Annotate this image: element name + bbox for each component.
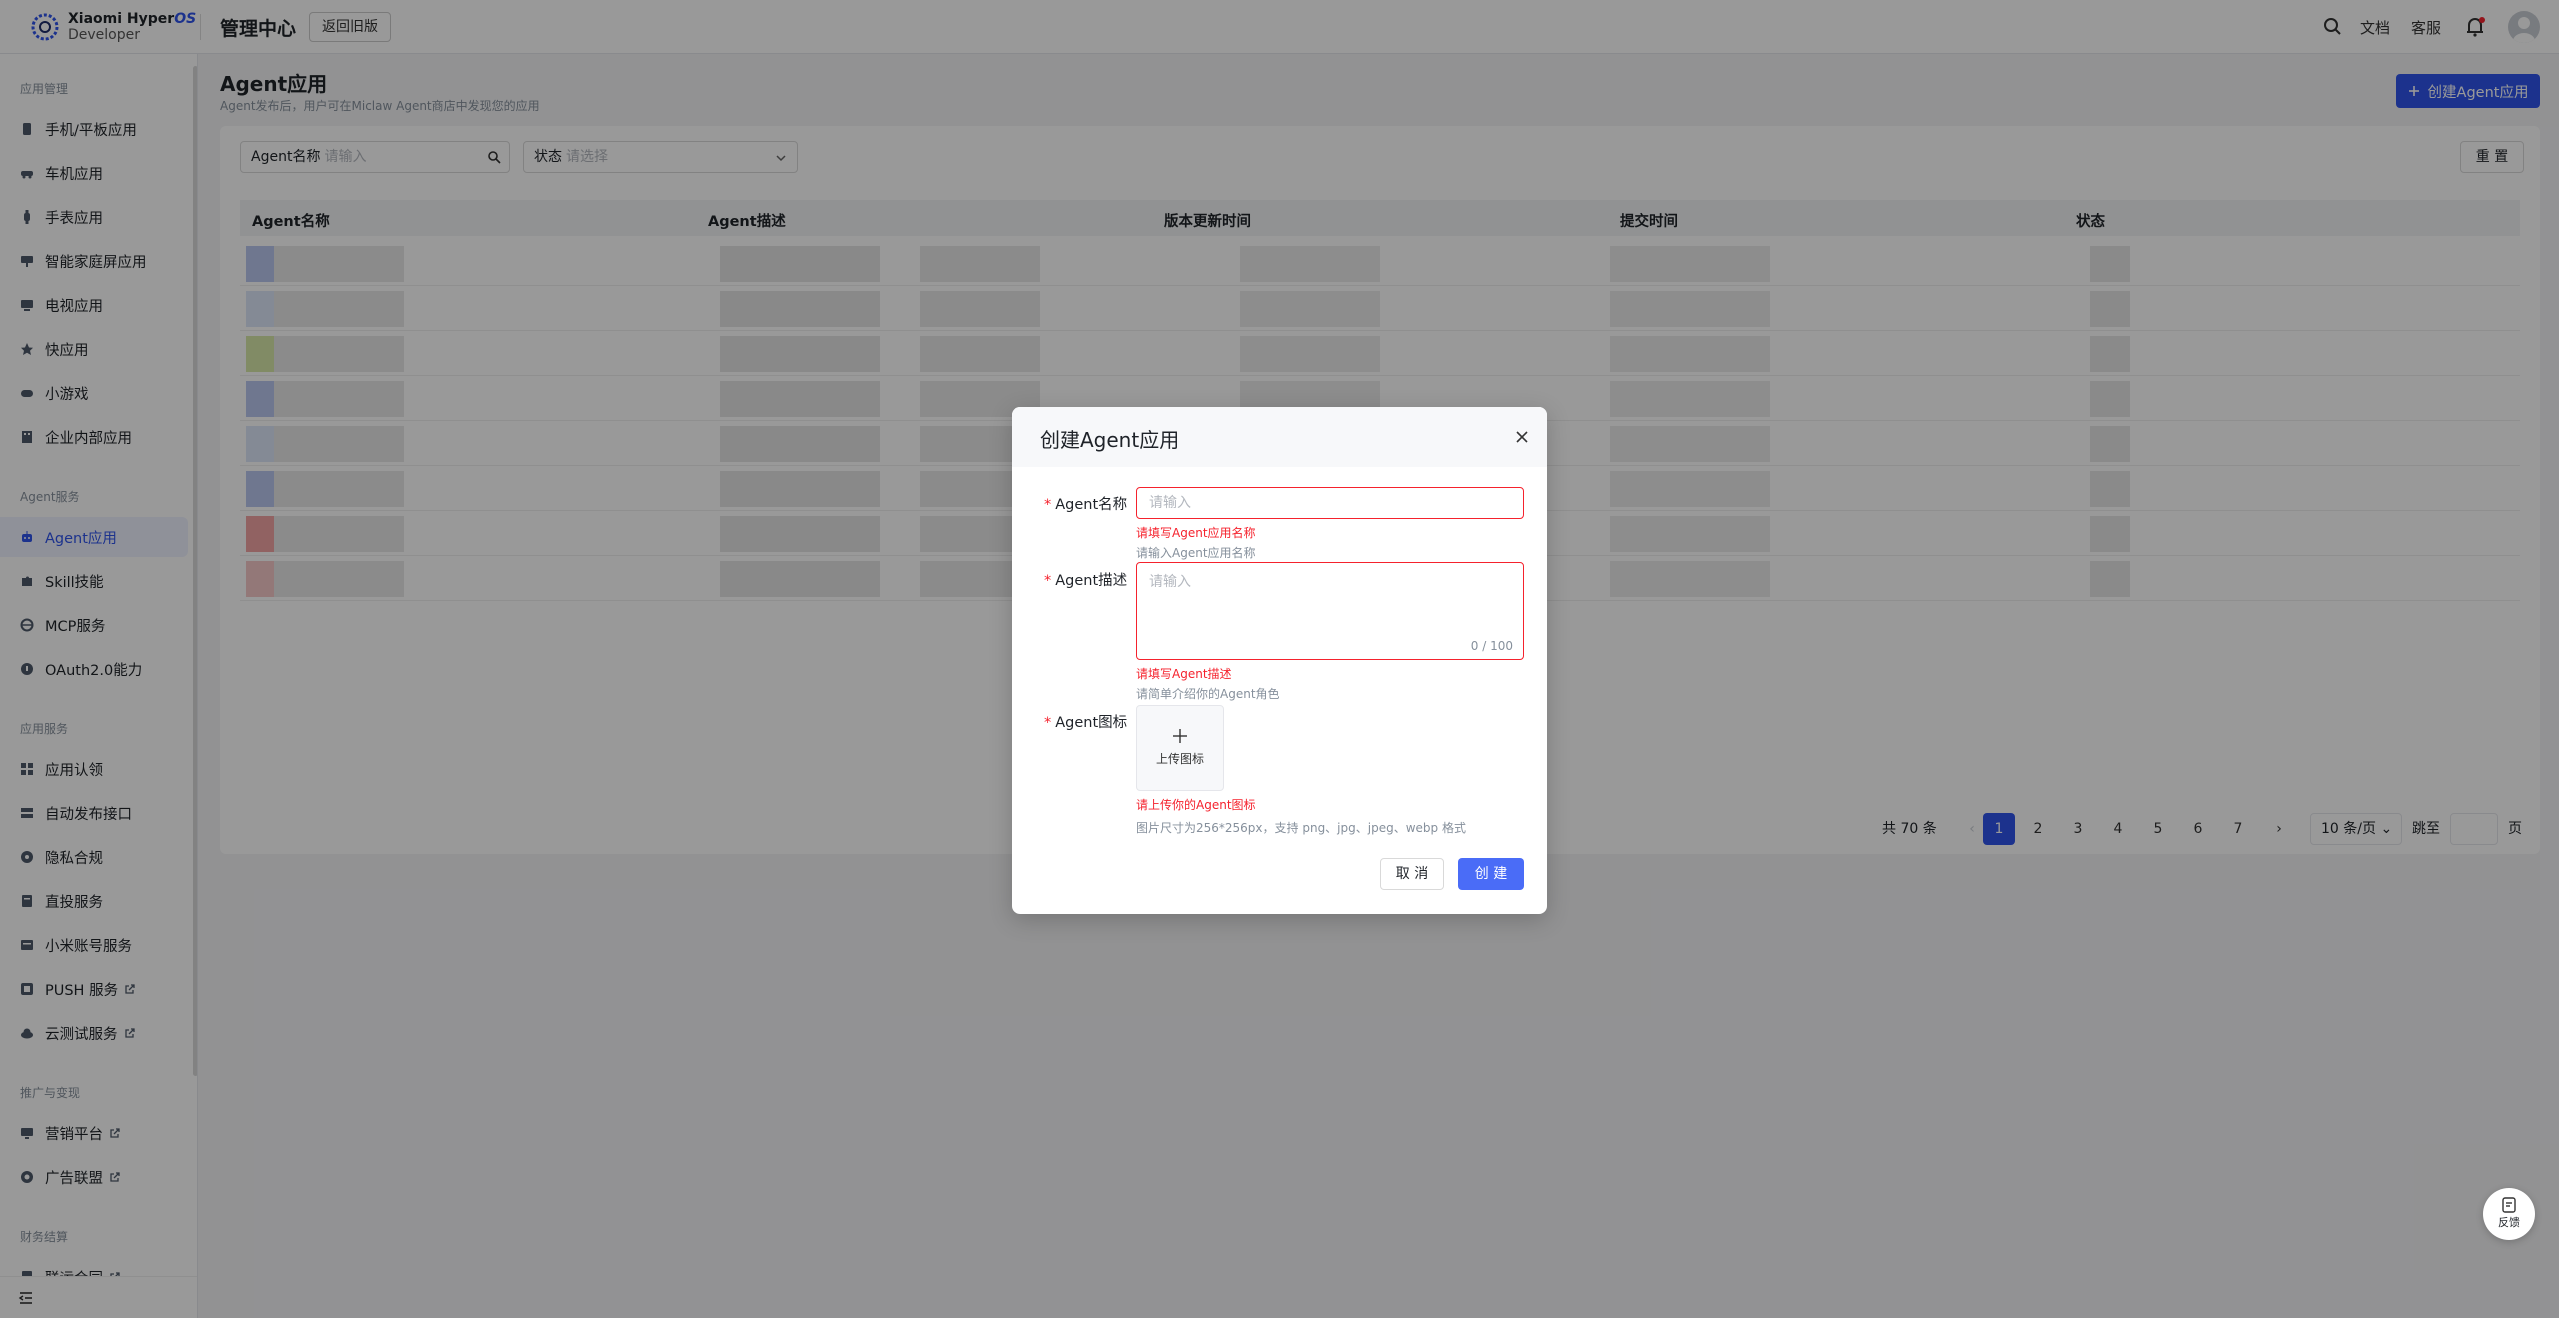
char-counter: 0 / 100 (1470, 639, 1513, 653)
agent-icon-hint: 图片尺寸为256*256px，支持 png、jpg、jpeg、webp 格式 (1136, 821, 1466, 835)
create-button[interactable]: 创 建 (1458, 858, 1524, 890)
agent-desc-placeholder: 请输入 (1149, 574, 1191, 590)
cancel-button[interactable]: 取 消 (1380, 858, 1444, 890)
plus-icon (1173, 729, 1187, 743)
agent-desc-textarea[interactable]: 请输入 0 / 100 (1136, 562, 1524, 660)
upload-icon-button[interactable]: 上传图标 (1136, 705, 1224, 791)
agent-desc-error: 请填写Agent描述 (1136, 667, 1232, 681)
agent-desc-label-text: Agent描述 (1055, 573, 1128, 589)
agent-name-error: 请填写Agent应用名称 (1136, 526, 1256, 540)
agent-icon-error: 请上传你的Agent图标 (1136, 798, 1256, 812)
upload-icon-text: 上传图标 (1155, 752, 1204, 766)
agent-name-label: * Agent名称 (1044, 497, 1128, 513)
agent-name-label-text: Agent名称 (1055, 497, 1128, 513)
close-icon[interactable] (1512, 427, 1532, 447)
agent-icon-label: * Agent图标 (1044, 715, 1128, 731)
agent-desc-hint: 请简单介绍你的Agent角色 (1136, 687, 1280, 701)
feedback-icon (2502, 1197, 2516, 1213)
modal-title: 创建Agent应用 (1040, 428, 1180, 452)
create-agent-modal: 创建Agent应用 * Agent名称 请输入 请填写Agent应用名称 请输入A… (1012, 407, 1547, 914)
feedback-button[interactable]: 反馈 (2483, 1188, 2535, 1240)
feedback-label: 反馈 (2498, 1216, 2520, 1229)
agent-desc-label: * Agent描述 (1044, 573, 1128, 589)
modal-header: 创建Agent应用 (1012, 407, 1547, 467)
agent-icon-label-text: Agent图标 (1055, 715, 1128, 731)
agent-name-hint: 请输入Agent应用名称 (1136, 546, 1256, 560)
agent-name-input[interactable]: 请输入 (1136, 487, 1524, 519)
